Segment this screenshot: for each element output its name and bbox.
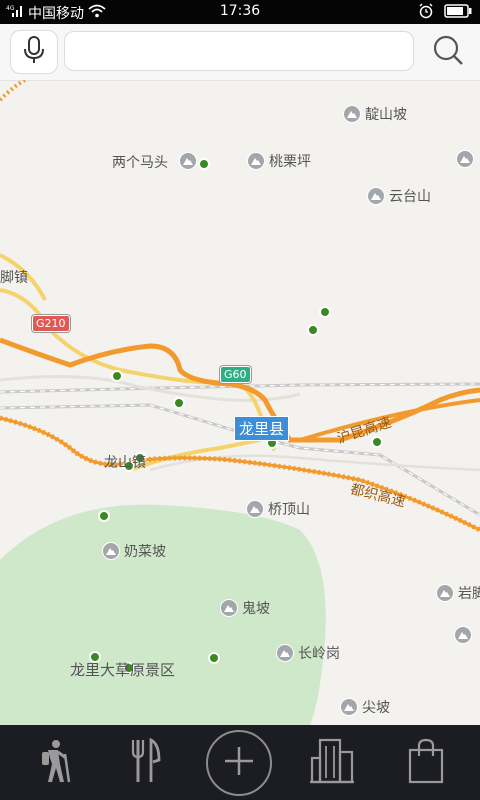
battery-icon [444,4,472,22]
poi-label: 云台山 [389,189,431,205]
mountain-icon [276,644,294,662]
poi-edge-1[interactable] [456,150,474,168]
fork-knife-icon [129,737,163,788]
search-bar [0,24,480,81]
status-right [418,3,472,23]
poi-dianshanpo[interactable]: 靛山坡 [343,104,407,124]
poi-label: 桥顶山 [268,502,310,518]
nav-food-button[interactable] [106,725,186,800]
mountain-icon [436,584,454,602]
map-canvas [0,80,480,725]
place-label-longshan: 龙山镇 [104,455,146,471]
search-input[interactable] [64,31,414,71]
mountain-icon [179,152,197,170]
poi-yanjiao[interactable]: 岩脚 [436,583,480,603]
grassland-area [0,504,326,725]
mountain-icon [456,150,474,168]
poi-liang-ge-ma-tou-icon[interactable] [179,152,197,170]
poi-label: 长岭岗 [298,646,340,662]
mountain-icon [367,187,385,205]
poi-qiaodingshan[interactable]: 桥顶山 [246,499,310,519]
poi-guipo[interactable]: 鬼坡 [220,598,270,618]
plus-icon [223,745,255,781]
place-label-grassland: 龙里大草原景区 [70,661,176,679]
county-label[interactable]: 龙里县 [234,416,290,441]
poi-label: 尖坡 [362,700,390,716]
poi-naicaipo[interactable]: 奶菜坡 [102,541,166,561]
road-shield-g60: G60 [220,366,251,383]
mountain-icon [340,698,358,716]
poi-label: 奶菜坡 [124,544,166,560]
add-button[interactable] [206,730,272,796]
place-label-jiaozhen: 谷脚镇 [0,270,28,286]
place-label-liang-ge-ma-tou: 两个马头 [112,155,168,171]
status-bar: 4G 中国移动 17:36 [0,0,480,24]
poi-taoliping[interactable]: 桃栗坪 [247,151,311,171]
road-shield-g210: G210 [32,315,70,332]
nav-hiking-button[interactable] [14,725,94,800]
status-time: 17:36 [219,3,261,19]
poi-label: 桃栗坪 [269,154,311,170]
nav-shopping-button[interactable] [386,725,466,800]
poi-changlinggang[interactable]: 长岭岗 [276,643,340,663]
hiker-icon [34,738,74,788]
mountain-icon [454,626,472,644]
mountain-icon [246,500,264,518]
buildings-icon [310,738,354,788]
poi-jianpo[interactable]: 尖坡 [340,697,390,717]
search-button[interactable] [428,32,468,72]
mountain-icon [247,152,265,170]
bottom-nav [0,725,480,800]
poi-label: 靛山坡 [365,107,407,123]
mountain-icon [220,599,238,617]
map-view[interactable]: 靛山坡 桃栗坪 云台山 桥顶山 奶菜坡 鬼坡 长岭岗 尖坡 岩脚 两个马头 脚镇… [0,80,480,725]
poi-label: 鬼坡 [242,601,270,617]
poi-edge-2[interactable] [454,626,472,644]
microphone-icon [22,35,46,69]
poi-label: 岩脚 [458,586,480,602]
alarm-icon [418,3,434,23]
poi-yuntaishan[interactable]: 云台山 [367,186,431,206]
mountain-icon [102,542,120,560]
shopping-bag-icon [407,738,445,788]
voice-search-button[interactable] [10,30,58,74]
mountain-icon [343,105,361,123]
search-icon [431,33,465,71]
nav-buildings-button[interactable] [292,725,372,800]
